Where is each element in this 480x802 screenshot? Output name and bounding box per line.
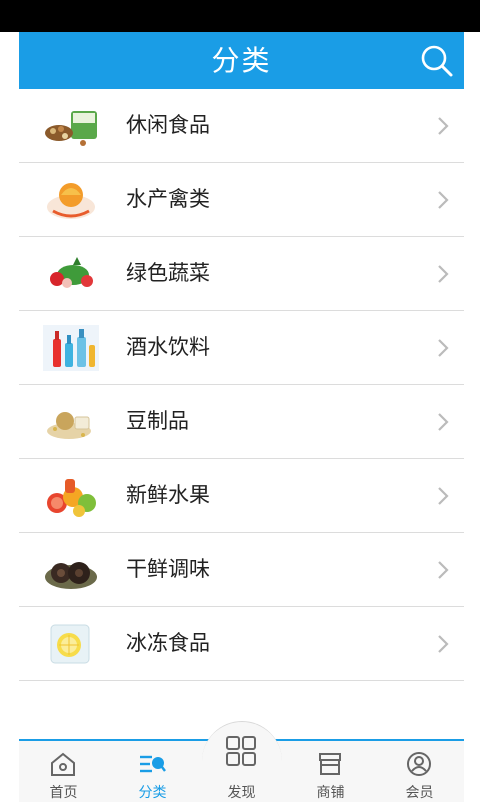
fresh-fruit-thumbnail <box>47 479 96 517</box>
tab-discover[interactable]: 发现 <box>197 736 286 802</box>
tab-category-label: 分类 <box>138 785 167 801</box>
chevron-right-icon <box>438 561 449 579</box>
shop-icon <box>319 753 341 775</box>
tab-member-label: 会员 <box>405 785 434 801</box>
category-label: 冰冻食品 <box>126 631 210 655</box>
seafood-thumbnail <box>47 183 95 219</box>
status-bar <box>0 0 480 32</box>
category-item-frozen-food[interactable]: 冰冻食品 <box>19 607 464 681</box>
tab-home-label: 首页 <box>49 785 78 801</box>
page-title: 分类 <box>211 44 272 77</box>
app-header: 分类 <box>19 32 464 89</box>
tab-shops-label: 商铺 <box>316 785 345 801</box>
chevron-right-icon <box>438 487 449 505</box>
category-item-fresh-fruit[interactable]: 新鲜水果 <box>19 459 464 533</box>
category-list: 休闲食品 水产禽类 绿色蔬菜 酒水饮料 豆制品 新鲜水果 干鲜调味 冰冻食品 <box>19 89 464 681</box>
category-label: 绿色蔬菜 <box>126 261 210 285</box>
category-label: 水产禽类 <box>126 187 210 211</box>
bottom-tab-bar: 首页 分类 发现 商铺 会员 <box>19 721 464 802</box>
vegetables-thumbnail <box>50 257 93 288</box>
tab-member[interactable]: 会员 <box>375 741 464 802</box>
category-item-dried-seasonings[interactable]: 干鲜调味 <box>19 533 464 607</box>
home-icon <box>51 752 75 776</box>
soy-products-thumbnail <box>47 412 91 439</box>
category-list-icon <box>140 755 166 773</box>
tab-home[interactable]: 首页 <box>19 741 108 802</box>
category-label: 豆制品 <box>126 409 189 433</box>
category-item-snacks[interactable]: 休闲食品 <box>19 89 464 163</box>
tab-shops[interactable]: 商铺 <box>286 741 375 802</box>
user-icon <box>407 752 431 776</box>
category-item-drinks[interactable]: 酒水饮料 <box>19 311 464 385</box>
category-item-vegetables[interactable]: 绿色蔬菜 <box>19 237 464 311</box>
snacks-thumbnail <box>45 111 97 146</box>
category-label: 干鲜调味 <box>126 557 210 581</box>
category-item-soy-products[interactable]: 豆制品 <box>19 385 464 459</box>
search-icon[interactable] <box>420 44 454 78</box>
chevron-right-icon <box>438 191 449 209</box>
category-label: 酒水饮料 <box>126 335 210 359</box>
category-item-seafood-poultry[interactable]: 水产禽类 <box>19 163 464 237</box>
grid-icon <box>226 736 256 766</box>
tab-category[interactable]: 分类 <box>108 741 197 802</box>
category-label: 休闲食品 <box>126 113 210 137</box>
category-label: 新鲜水果 <box>126 483 210 507</box>
chevron-right-icon <box>438 413 449 431</box>
dried-seasonings-thumbnail <box>45 562 97 589</box>
tab-discover-label: 发现 <box>227 785 256 801</box>
drinks-thumbnail <box>43 325 99 371</box>
chevron-right-icon <box>438 635 449 653</box>
chevron-right-icon <box>438 265 449 283</box>
chevron-right-icon <box>438 117 449 135</box>
chevron-right-icon <box>438 339 449 357</box>
frozen-food-thumbnail <box>50 624 90 664</box>
